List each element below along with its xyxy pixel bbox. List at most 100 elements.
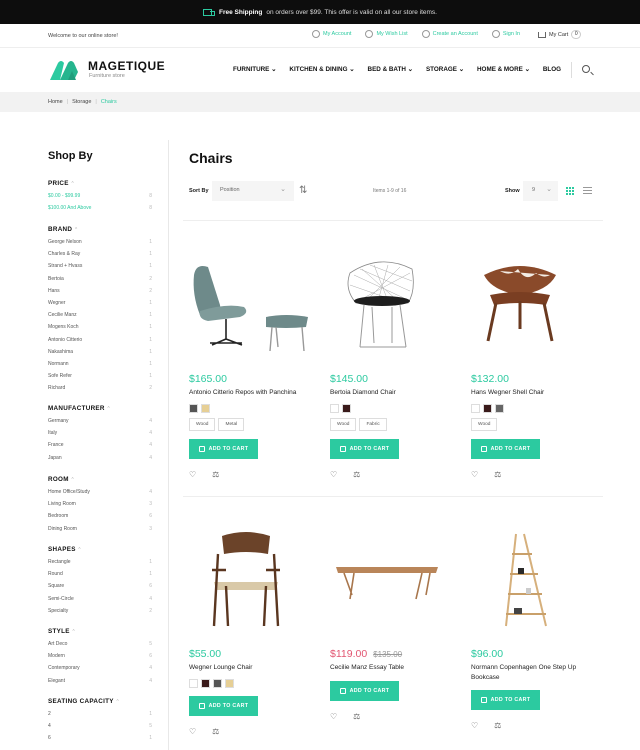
filter-option[interactable]: Strand + Hvass 1 — [48, 263, 152, 275]
product-name[interactable]: Wegner Lounge Chair — [189, 663, 314, 673]
filter-option[interactable]: 45 — [48, 723, 152, 735]
filter-option[interactable]: $100.00 And Above 8 — [48, 205, 152, 217]
wishlist-heart-icon[interactable]: ♡ — [330, 470, 337, 479]
filter-option[interactable]: Mogens Koch 1 — [48, 324, 152, 336]
material-option[interactable]: Fabric — [359, 417, 387, 431]
color-swatch[interactable] — [483, 403, 492, 413]
filter-option[interactable]: Richard 2 — [48, 385, 152, 397]
sort-direction-icon[interactable]: ⇅ — [299, 185, 307, 196]
product-image-bertoia-chair[interactable] — [330, 255, 430, 355]
filter-option[interactable]: Antonio Citterio 1 — [48, 337, 152, 349]
nav-bed-bath[interactable]: BED & BATH ⌄ — [368, 66, 413, 73]
compare-scale-icon[interactable]: ⚖ — [353, 470, 360, 479]
nav-storage[interactable]: STORAGE ⌄ — [426, 66, 464, 73]
compare-scale-icon[interactable]: ⚖ — [212, 470, 219, 479]
filter-option[interactable]: Square 6 — [48, 583, 152, 595]
filter-option[interactable]: Round 1 — [48, 571, 152, 583]
sort-select[interactable]: Position — [212, 181, 294, 201]
filter-option[interactable]: Nakashima 1 — [48, 349, 152, 361]
filter-option[interactable]: Wegner 1 — [48, 300, 152, 312]
search-icon[interactable] — [582, 65, 590, 73]
color-swatch[interactable] — [189, 403, 198, 413]
product-image-repos-chair[interactable] — [186, 255, 314, 355]
product-name[interactable]: Cecilie Manz Essay Table — [330, 663, 455, 673]
product-name[interactable]: Antonio Citterio Repos with Panchina — [189, 388, 314, 398]
product-name[interactable]: Hans Wegner Shell Chair — [471, 388, 596, 398]
color-swatch[interactable] — [495, 403, 504, 413]
add-to-cart-button[interactable]: ADD TO CART — [330, 680, 399, 701]
wishlist-heart-icon[interactable]: ♡ — [189, 727, 196, 736]
wishlist-heart-icon[interactable]: ♡ — [189, 470, 196, 479]
compare-scale-icon[interactable]: ⚖ — [212, 727, 219, 736]
filter-option[interactable]: Semi-Circle 4 — [48, 596, 152, 608]
filter-option[interactable]: Home Office/Study 4 — [48, 489, 152, 501]
color-swatch[interactable] — [213, 678, 222, 688]
filter-option[interactable]: Bedroom 6 — [48, 513, 152, 525]
compare-scale-icon[interactable]: ⚖ — [494, 470, 501, 479]
create-account-link[interactable]: Create an Account — [421, 30, 478, 38]
material-option[interactable]: Wood — [189, 417, 216, 431]
filter-option[interactable]: Hans 2 — [48, 288, 152, 300]
add-to-cart-button[interactable]: ADD TO CART — [471, 690, 540, 710]
add-to-cart-button[interactable]: ADD TO CART — [330, 438, 399, 459]
filter-option[interactable]: Living Room 3 — [48, 501, 152, 513]
filter-title[interactable]: PRICE — [48, 180, 152, 187]
filter-option[interactable]: $0.00 - $99.99 8 — [48, 193, 152, 205]
filter-option[interactable]: Sofe Refer 1 — [48, 373, 152, 385]
filter-option[interactable]: Elegant 4 — [48, 678, 152, 690]
wishlist-link[interactable]: My Wish List — [365, 30, 408, 38]
material-option[interactable]: Wood — [330, 417, 357, 431]
product-image-lounge-chair[interactable] — [196, 530, 296, 630]
filter-option[interactable]: Cecilie Manz 1 — [48, 312, 152, 324]
wishlist-heart-icon[interactable]: ♡ — [471, 721, 478, 730]
add-to-cart-button[interactable]: ADD TO CART — [189, 438, 258, 459]
filter-option[interactable]: 21 — [48, 711, 152, 723]
compare-scale-icon[interactable]: ⚖ — [494, 721, 501, 730]
breadcrumb-storage[interactable]: Storage — [72, 99, 91, 105]
filter-option[interactable]: France 4 — [48, 442, 152, 454]
material-option[interactable]: Metal — [218, 417, 245, 431]
grid-view-icon[interactable] — [566, 187, 574, 195]
add-to-cart-button[interactable]: ADD TO CART — [471, 438, 540, 459]
color-swatch[interactable] — [201, 678, 210, 688]
filter-title[interactable]: ROOM — [48, 476, 152, 483]
product-image-bookcase[interactable] — [498, 530, 558, 630]
color-swatch[interactable] — [189, 678, 198, 688]
filter-title[interactable]: BRAND — [48, 226, 152, 233]
filter-option[interactable]: Dining Room 3 — [48, 526, 152, 538]
cart-link[interactable]: My Cart 0 — [538, 30, 582, 39]
filter-option[interactable]: Contemporary 4 — [48, 665, 152, 677]
material-option[interactable]: Wood — [471, 417, 498, 431]
filter-title[interactable]: MANUFACTURER — [48, 405, 152, 412]
product-name[interactable]: Normann Copenhagen One Step Up Bookcase — [471, 663, 596, 682]
color-swatch[interactable] — [201, 403, 210, 413]
filter-option[interactable]: Japan 4 — [48, 455, 152, 467]
filter-option[interactable]: George Nelson 1 — [48, 239, 152, 251]
wishlist-heart-icon[interactable]: ♡ — [471, 470, 478, 479]
filter-title[interactable]: STYLE — [48, 628, 152, 635]
nav-blog[interactable]: BLOG — [543, 66, 561, 73]
nav-kitchen-dining[interactable]: KITCHEN & DINING ⌄ — [289, 66, 354, 73]
color-swatch[interactable] — [225, 678, 234, 688]
filter-title[interactable]: SHAPES — [48, 546, 152, 553]
filter-option[interactable]: Specialty 2 — [48, 608, 152, 620]
product-image-shell-chair[interactable] — [470, 255, 570, 355]
nav-furniture[interactable]: FURNITURE ⌄ — [233, 66, 276, 73]
add-to-cart-button[interactable]: ADD TO CART — [189, 695, 258, 716]
filter-option[interactable]: Germany 4 — [48, 418, 152, 430]
list-view-icon[interactable] — [583, 187, 592, 196]
filter-option[interactable]: Modern 6 — [48, 653, 152, 665]
color-swatch[interactable] — [471, 403, 480, 413]
filter-title[interactable]: SEATING CAPACITY — [48, 698, 152, 705]
limiter-select[interactable]: 9 — [523, 181, 558, 201]
nav-home-more[interactable]: HOME & MORE ⌄ — [477, 66, 530, 73]
breadcrumb-home[interactable]: Home — [48, 99, 63, 105]
wishlist-heart-icon[interactable]: ♡ — [330, 712, 337, 721]
logo-icon[interactable] — [48, 60, 80, 82]
compare-scale-icon[interactable]: ⚖ — [353, 712, 360, 721]
filter-option[interactable]: Rectangle 1 — [48, 559, 152, 571]
brand-name[interactable]: MAGETIQUE — [88, 59, 165, 73]
filter-option[interactable]: Bertoia 2 — [48, 276, 152, 288]
filter-option[interactable]: Italy 4 — [48, 430, 152, 442]
product-name[interactable]: Bertoia Diamond Chair — [330, 388, 455, 398]
